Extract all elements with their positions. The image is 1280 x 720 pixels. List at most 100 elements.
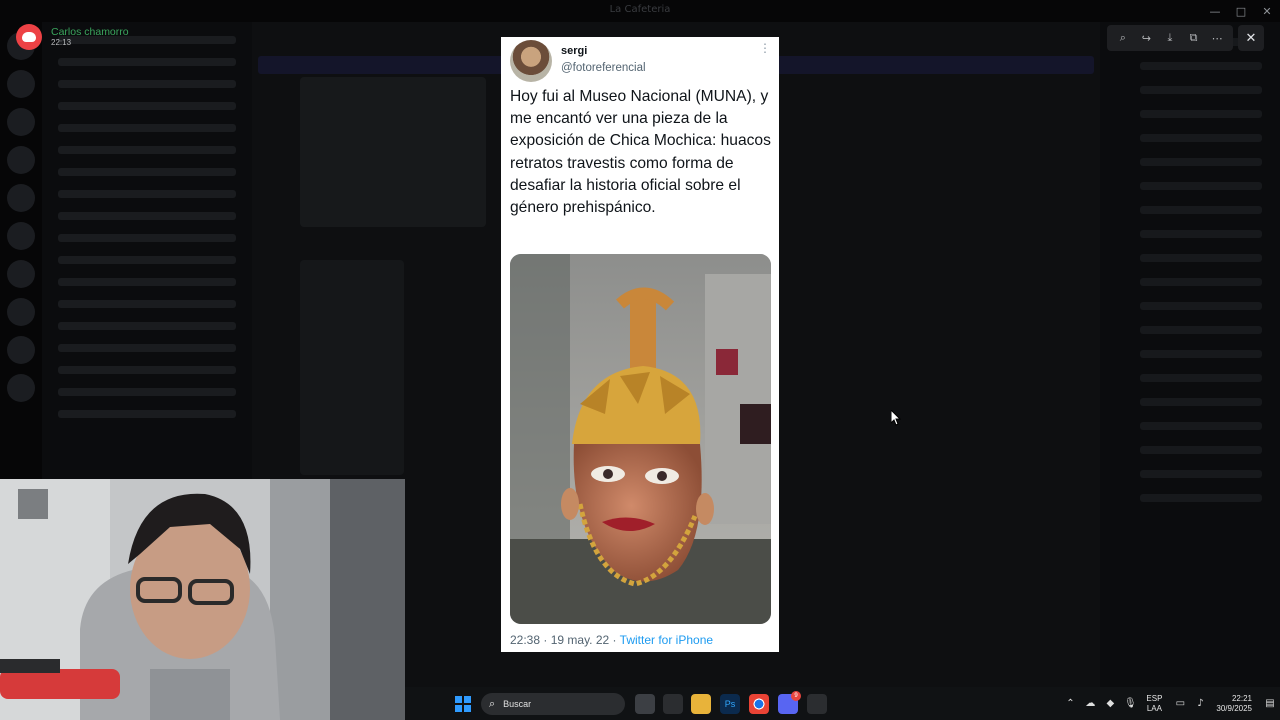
chrome-icon[interactable] bbox=[749, 694, 769, 714]
member-item[interactable] bbox=[1140, 134, 1262, 142]
language-code: ESP bbox=[1146, 693, 1163, 703]
zoom-in-icon[interactable]: ⌕ bbox=[1113, 28, 1133, 48]
channel-item[interactable] bbox=[58, 410, 236, 418]
windows-logo-tile bbox=[464, 696, 471, 703]
member-item[interactable] bbox=[1140, 422, 1262, 430]
discord-taskbar-icon[interactable]: 9 bbox=[778, 691, 801, 714]
channel-item[interactable] bbox=[58, 366, 236, 374]
channel-item[interactable] bbox=[58, 102, 236, 110]
server-icon[interactable] bbox=[7, 146, 35, 174]
app-tray-icon[interactable]: ◆ bbox=[1100, 698, 1120, 709]
server-icon[interactable] bbox=[7, 374, 35, 402]
channel-item[interactable] bbox=[58, 300, 236, 308]
cloud-icon[interactable]: ☁ bbox=[1080, 698, 1100, 709]
member-item[interactable] bbox=[1140, 302, 1262, 310]
member-item[interactable] bbox=[1140, 110, 1262, 118]
search-placeholder: Buscar bbox=[503, 699, 532, 709]
member-item[interactable] bbox=[1140, 350, 1262, 358]
server-icon[interactable] bbox=[7, 108, 35, 136]
member-item[interactable] bbox=[1140, 62, 1262, 70]
member-item[interactable] bbox=[1140, 254, 1262, 262]
system-tray: ⌃ ☁ ◆ 🎙 ESP LAA ▭ ♪ 22:21 30/9/2025 ▤ bbox=[1060, 687, 1280, 720]
channel-item[interactable] bbox=[58, 344, 236, 352]
close-window-button[interactable]: ✕ bbox=[1254, 0, 1280, 22]
member-item[interactable] bbox=[1140, 230, 1262, 238]
clock-date: 30/9/2025 bbox=[1216, 703, 1252, 713]
taskbar-search[interactable]: ⌕ Buscar bbox=[481, 693, 625, 715]
tweet-author-name: sergi bbox=[561, 45, 588, 57]
avatar bbox=[510, 40, 552, 82]
member-item[interactable] bbox=[1140, 158, 1262, 166]
more-options-icon: ⋮ bbox=[759, 41, 771, 55]
minimize-button[interactable]: — bbox=[1202, 0, 1228, 22]
chat-attachment[interactable] bbox=[300, 77, 486, 227]
tweet-date: 19 may. 22 bbox=[550, 633, 610, 647]
forward-icon[interactable]: ↪ bbox=[1136, 28, 1156, 48]
network-icon[interactable]: ▭ bbox=[1170, 698, 1190, 709]
server-icon[interactable] bbox=[7, 184, 35, 212]
start-button[interactable] bbox=[455, 696, 471, 712]
server-icon[interactable] bbox=[7, 260, 35, 288]
server-icon[interactable] bbox=[7, 298, 35, 326]
volume-icon[interactable]: ♪ bbox=[1190, 698, 1210, 709]
member-item[interactable] bbox=[1140, 494, 1262, 502]
member-item[interactable] bbox=[1140, 278, 1262, 286]
notification-time: 22:13 bbox=[51, 38, 72, 48]
server-rail bbox=[0, 22, 42, 480]
open-external-icon[interactable]: ⧉ bbox=[1184, 28, 1204, 48]
app-icon[interactable] bbox=[663, 694, 683, 714]
member-list bbox=[1100, 22, 1280, 687]
tweet-source-link[interactable]: Twitter for iPhone bbox=[620, 633, 713, 647]
channel-item[interactable] bbox=[58, 256, 236, 264]
search-icon: ⌕ bbox=[489, 697, 496, 710]
chat-attachment[interactable] bbox=[300, 260, 404, 475]
channel-item[interactable] bbox=[58, 212, 236, 220]
photoshop-icon[interactable]: Ps bbox=[720, 694, 740, 714]
channel-list bbox=[42, 22, 252, 480]
meta-separator: · bbox=[543, 633, 551, 647]
close-viewer-button[interactable]: ✕ bbox=[1238, 25, 1264, 51]
language-indicator[interactable]: ESP LAA bbox=[1146, 694, 1162, 714]
taskbar: ⌕ Buscar Ps 9 ⌃ ☁ ◆ 🎙 ESP LAA ▭ ♪ 22:21 … bbox=[405, 687, 1280, 720]
file-explorer-icon[interactable] bbox=[691, 694, 711, 714]
member-item[interactable] bbox=[1140, 398, 1262, 406]
member-item[interactable] bbox=[1140, 206, 1262, 214]
notifications-icon[interactable]: ▤ bbox=[1260, 698, 1280, 709]
channel-item[interactable] bbox=[58, 146, 236, 154]
notification-toast[interactable]: Carlos chamorro 22:13 bbox=[16, 24, 129, 50]
member-item[interactable] bbox=[1140, 326, 1262, 334]
microphone-icon[interactable]: 🎙 bbox=[1120, 698, 1140, 709]
server-icon[interactable] bbox=[7, 70, 35, 98]
member-item[interactable] bbox=[1140, 470, 1262, 478]
clock[interactable]: 22:21 30/9/2025 bbox=[1216, 694, 1252, 714]
channel-item[interactable] bbox=[58, 190, 236, 198]
channel-item[interactable] bbox=[58, 58, 236, 66]
server-icon[interactable] bbox=[7, 222, 35, 250]
member-item[interactable] bbox=[1140, 86, 1262, 94]
channel-item[interactable] bbox=[58, 322, 236, 330]
channel-item[interactable] bbox=[58, 278, 236, 286]
more-icon[interactable]: ⋯ bbox=[1207, 28, 1227, 48]
image-viewer-toolbar: ⌕ ↪ ⤓ ⧉ ⋯ bbox=[1107, 25, 1233, 51]
webcam-feed bbox=[0, 479, 405, 720]
window-titlebar: La Cafeteria — □ ✕ bbox=[0, 0, 1280, 22]
channel-item[interactable] bbox=[58, 168, 236, 176]
member-item[interactable] bbox=[1140, 446, 1262, 454]
maximize-button[interactable]: □ bbox=[1228, 0, 1254, 22]
channel-item[interactable] bbox=[58, 124, 236, 132]
tweet-photo bbox=[510, 254, 771, 624]
member-item[interactable] bbox=[1140, 182, 1262, 190]
download-icon[interactable]: ⤓ bbox=[1160, 28, 1180, 48]
windows-logo-tile bbox=[464, 705, 471, 712]
channel-item[interactable] bbox=[58, 80, 236, 88]
channel-item[interactable] bbox=[58, 388, 236, 396]
server-icon[interactable] bbox=[7, 336, 35, 364]
member-item[interactable] bbox=[1140, 374, 1262, 382]
windows-logo-tile bbox=[455, 705, 462, 712]
app-icon[interactable] bbox=[807, 694, 827, 714]
task-view-icon[interactable] bbox=[635, 694, 655, 714]
chevron-up-icon[interactable]: ⌃ bbox=[1060, 698, 1080, 709]
keyboard-layout: LAA bbox=[1146, 703, 1162, 713]
tweet-author-handle: @fotoreferencial bbox=[561, 62, 646, 74]
channel-item[interactable] bbox=[58, 234, 236, 242]
